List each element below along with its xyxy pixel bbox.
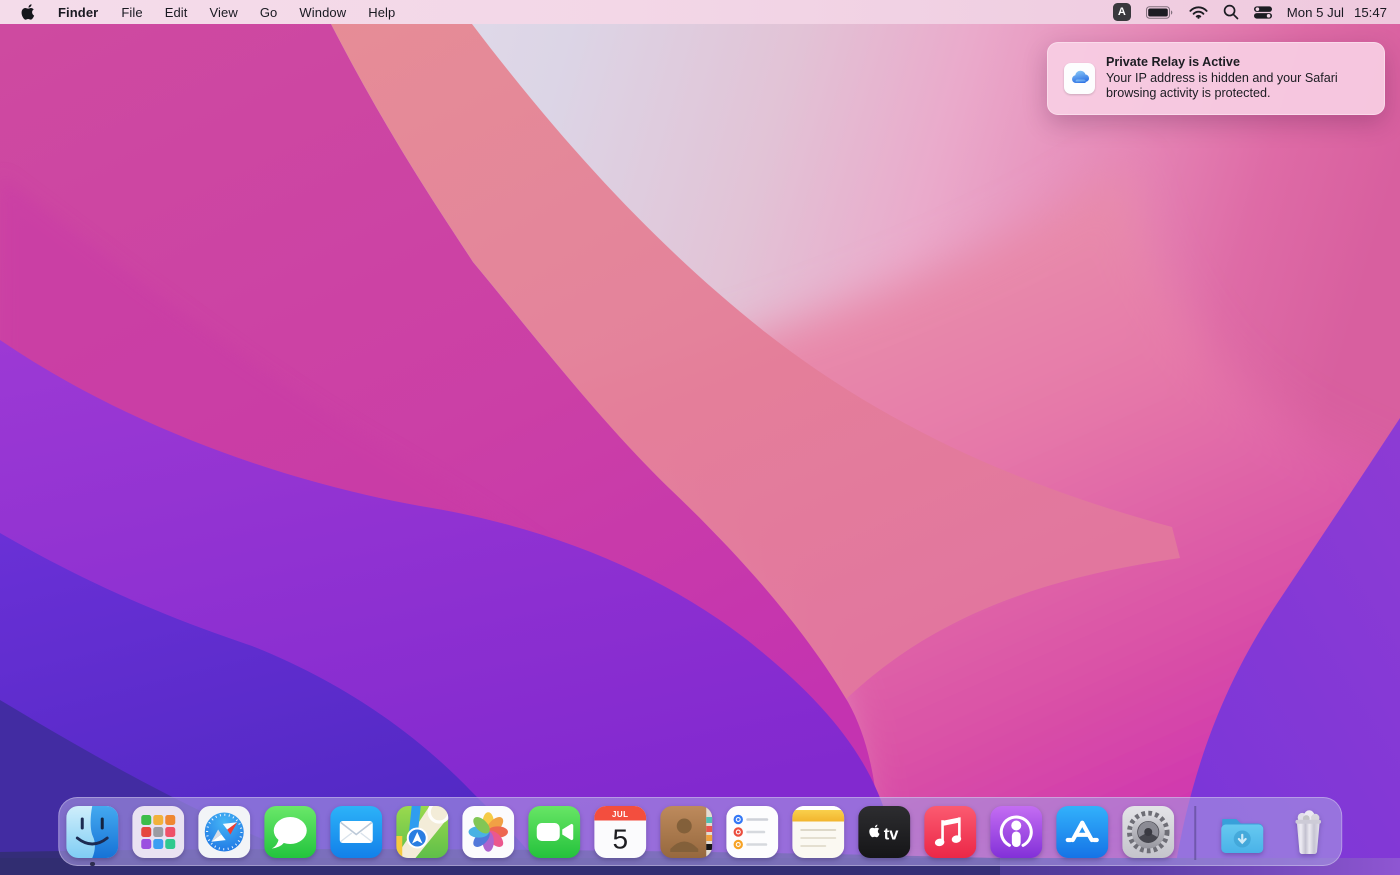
menu-item-app[interactable]: Finder [46, 0, 110, 24]
wifi-icon[interactable] [1189, 0, 1208, 24]
dock-divider [1194, 806, 1196, 860]
dock-item-contacts[interactable] [660, 806, 713, 858]
appletv-label: tv [884, 826, 899, 844]
dock-item-reminders[interactable] [726, 806, 779, 858]
dock-item-safari[interactable] [198, 806, 251, 858]
maps-icon [396, 806, 449, 858]
notification-body: Your IP address is hidden and your Safar… [1106, 70, 1338, 101]
running-indicator [90, 861, 95, 866]
dock-item-music[interactable] [924, 806, 977, 858]
clock-time: 15:47 [1353, 4, 1387, 20]
dock-item-facetime[interactable] [528, 806, 581, 858]
music-icon [924, 806, 977, 858]
calendar-month: JUL [612, 810, 629, 819]
dock-item-appletv[interactable]: tv [858, 806, 911, 858]
reminders-icon [726, 806, 779, 858]
dock-item-maps[interactable] [396, 806, 449, 858]
macos-desktop: { "menu_bar": { "active_app": "Finder", … [0, 0, 1400, 875]
calendar-icon: JUL 5 [594, 806, 647, 858]
dock-item-appstore[interactable] [1056, 806, 1109, 858]
dock-item-mail[interactable] [330, 806, 383, 858]
input-source-indicator[interactable]: A [1112, 3, 1131, 21]
battery-icon[interactable] [1145, 0, 1174, 24]
facetime-icon [528, 806, 581, 858]
menu-item-help[interactable]: Help [357, 0, 406, 24]
menu-item-edit[interactable]: Edit [154, 0, 199, 24]
calendar-day: 5 [612, 824, 628, 855]
app-store-icon [1056, 806, 1109, 858]
apple-logo-icon [21, 4, 35, 20]
dock-item-messages[interactable] [264, 806, 317, 858]
safari-icon [198, 806, 251, 858]
desktop-wallpaper [0, 0, 1400, 875]
notes-icon [792, 806, 845, 858]
podcasts-icon [990, 806, 1043, 858]
spotlight-search-icon[interactable] [1223, 0, 1239, 24]
messages-icon [264, 806, 317, 858]
control-center-icon[interactable] [1253, 0, 1272, 24]
finder-icon [66, 806, 119, 858]
dock-item-launchpad[interactable] [132, 806, 185, 858]
dock-item-notes[interactable] [792, 806, 845, 858]
menu-item-go[interactable]: Go [249, 0, 289, 24]
apple-menu[interactable] [10, 0, 46, 24]
dock-item-photos[interactable] [462, 806, 515, 858]
menu-clock[interactable]: Mon 5 Jul 15:47 [1287, 5, 1387, 20]
dock-item-system-preferences[interactable] [1122, 806, 1175, 858]
mail-icon [330, 806, 383, 858]
menu-item-file[interactable]: File [110, 0, 153, 24]
menu-bar: Finder File Edit View Go Window Help A M… [0, 0, 1400, 24]
contacts-icon [660, 806, 713, 858]
clock-date: Mon 5 Jul [1286, 4, 1344, 20]
launchpad-icon [132, 806, 185, 858]
dock-item-calendar[interactable]: JUL 5 [594, 806, 647, 858]
notification-private-relay[interactable]: Private Relay is Active Your IP address … [1047, 42, 1385, 115]
photos-icon [462, 806, 515, 858]
icloud-icon [1064, 62, 1095, 94]
dock-item-trash[interactable] [1282, 806, 1334, 858]
trash-icon [1294, 810, 1321, 855]
menu-item-view[interactable]: View [199, 0, 249, 24]
notification-title: Private Relay is Active [1106, 55, 1240, 69]
dock-item-finder[interactable] [66, 806, 119, 866]
menu-item-window[interactable]: Window [288, 0, 357, 24]
dock-item-podcasts[interactable] [990, 806, 1043, 858]
dock: JUL 5 tv [58, 797, 1342, 866]
system-preferences-icon [1122, 806, 1175, 858]
dock-item-downloads[interactable] [1216, 806, 1268, 858]
downloads-folder-icon [1220, 819, 1263, 853]
apple-tv-icon: tv [858, 806, 911, 858]
